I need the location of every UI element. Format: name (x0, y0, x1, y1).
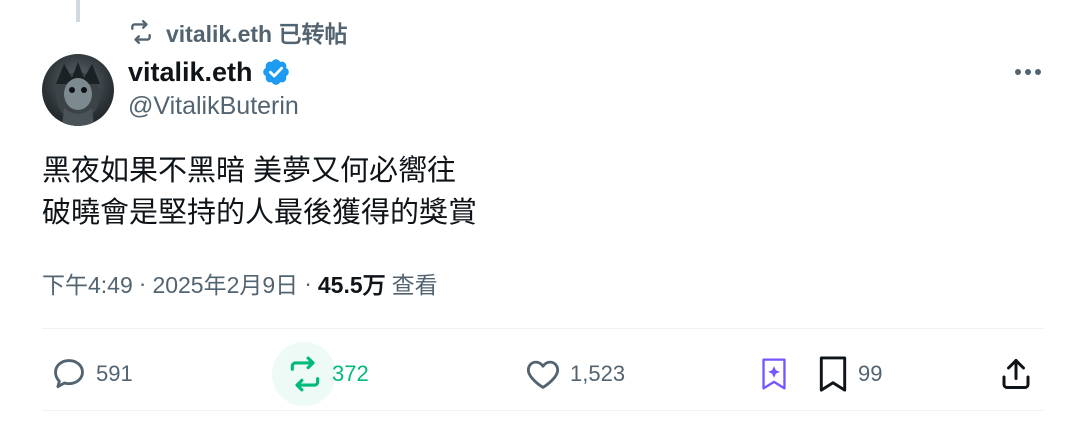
repost-header: vitalik.eth 已转帖 (128, 16, 347, 48)
share-button[interactable] (998, 348, 1034, 400)
like-button[interactable]: 1,523 (524, 348, 625, 400)
divider (42, 410, 1044, 411)
thread-connector-line (76, 0, 80, 22)
views-label[interactable]: 查看 (392, 266, 438, 300)
reply-button[interactable]: 591 (50, 348, 133, 400)
bookmark-button[interactable]: 99 (816, 348, 882, 400)
author-display-name[interactable]: vitalik.eth (128, 57, 253, 88)
grok-icon (758, 357, 790, 391)
meta-separator: · (304, 269, 312, 296)
author-name-row[interactable]: vitalik.eth (128, 54, 291, 90)
divider (42, 328, 1044, 329)
repost-button[interactable]: 372 (272, 342, 369, 406)
like-count: 1,523 (570, 361, 626, 386)
tweet-text-line: 黑夜如果不黑暗 美夢又何必嚮往 (42, 155, 457, 187)
views-count[interactable]: 45.5万 (318, 266, 386, 300)
bookmark-icon (816, 355, 850, 393)
tweet-meta: 下午4:49 · 2025年2月9日 · 45.5万 查看 (42, 266, 438, 300)
heart-icon (524, 355, 562, 393)
repost-icon (286, 355, 324, 393)
reply-icon (50, 355, 88, 393)
grok-button[interactable] (758, 348, 790, 400)
tweet-text: 黑夜如果不黑暗 美夢又何必嚮往 破曉會是堅持的人最後獲得的獎賞 (42, 150, 477, 234)
repost-count: 372 (332, 361, 369, 386)
tweet-date[interactable]: 2025年2月9日 (152, 266, 298, 300)
reply-count: 591 (96, 361, 133, 386)
tweet-text-line: 破曉會是堅持的人最後獲得的獎賞 (42, 197, 478, 229)
verified-badge-icon (261, 57, 291, 87)
author-handle[interactable]: @VitalikButerin (128, 92, 299, 121)
more-options-icon[interactable] (1010, 58, 1046, 86)
tweet-time[interactable]: 下午4:49 (42, 266, 133, 300)
avatar[interactable] (42, 54, 114, 126)
action-bar: 591 372 1,523 99 (42, 342, 1044, 406)
repost-header-text[interactable]: vitalik.eth 已转帖 (166, 15, 347, 49)
share-icon (998, 356, 1034, 392)
repost-icon (128, 19, 154, 45)
bookmark-count: 99 (858, 361, 883, 386)
meta-separator: · (138, 269, 147, 296)
